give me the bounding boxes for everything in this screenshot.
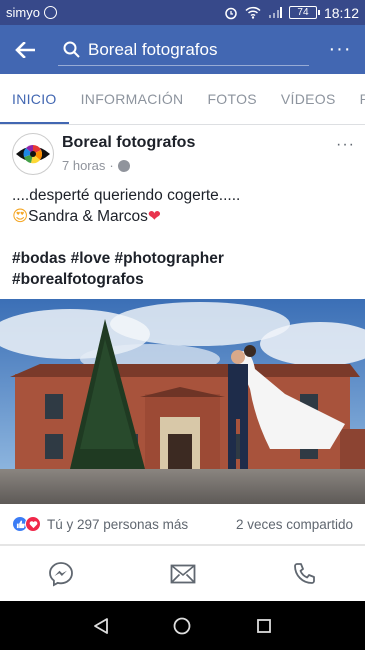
- contact-actions: [0, 545, 365, 601]
- post-menu-button[interactable]: ···: [336, 136, 355, 154]
- home-circle-icon: [174, 617, 191, 634]
- globe-icon: [117, 159, 130, 172]
- post-text-line-2: 😍Sandra & Marcos❤: [12, 206, 355, 227]
- red-heart-emoji: ❤: [147, 208, 161, 225]
- page-avatar[interactable]: [12, 133, 54, 175]
- back-arrow-icon: [15, 41, 35, 58]
- nav-home-button[interactable]: [162, 606, 202, 646]
- back-triangle-icon: [93, 617, 108, 634]
- wifi-icon: [245, 6, 261, 19]
- message-button[interactable]: [0, 546, 122, 601]
- messenger-icon: [48, 561, 73, 587]
- time-separator: ·: [109, 158, 114, 173]
- recents-square-icon: [257, 618, 272, 633]
- post-header: Boreal fotografos 7 horas · ···: [12, 133, 355, 183]
- post-timestamp[interactable]: 7 horas ·: [62, 158, 195, 173]
- battery-level: 74: [297, 7, 309, 18]
- love-reaction-icon: [25, 516, 41, 532]
- hashtags-line-1[interactable]: #bodas #love #photographer: [12, 248, 355, 269]
- email-button[interactable]: [122, 546, 244, 601]
- page-tabs: INICIO INFORMACIÓN FOTOS VÍDEOS PUBL: [0, 74, 365, 125]
- post-card: Boreal fotografos 7 horas · ··· ....desp…: [0, 125, 365, 545]
- hashtags-line-2[interactable]: #borealfotografos: [12, 269, 355, 290]
- search-icon: [58, 41, 84, 58]
- clock: 18:12: [323, 4, 359, 21]
- tab-informacion[interactable]: INFORMACIÓN: [69, 74, 196, 124]
- post-text-line-1: ....desperté queriendo cogerte.....: [12, 187, 241, 204]
- tab-inicio[interactable]: INICIO: [0, 74, 69, 124]
- reactions-bar[interactable]: Tú y 297 personas más 2 veces compartido: [0, 504, 365, 545]
- tab-publicaciones[interactable]: PUBL: [348, 74, 365, 124]
- more-options-button[interactable]: ···: [315, 25, 365, 74]
- post-text: ....desperté queriendo cogerte..... 😍San…: [12, 185, 355, 290]
- mail-icon: [170, 564, 195, 583]
- reaction-icons: [12, 516, 41, 532]
- back-button[interactable]: [0, 25, 50, 74]
- couple-names: Sandra & Marcos: [28, 208, 148, 225]
- heart-eyes-emoji: 😍: [12, 207, 29, 225]
- carrier-label: simyo: [6, 5, 40, 20]
- status-bar: simyo 74 18:12: [0, 0, 365, 25]
- reactions-count[interactable]: Tú y 297 personas más: [47, 517, 188, 532]
- battery-indicator: 74: [288, 6, 320, 19]
- app-bar: Boreal fotografos ···: [0, 25, 365, 74]
- page-name[interactable]: Boreal fotografos: [62, 134, 195, 152]
- nav-recents-button[interactable]: [244, 606, 284, 646]
- post-time-text: 7 horas: [62, 158, 106, 173]
- search-field[interactable]: Boreal fotografos: [50, 25, 315, 74]
- boreal-logo-icon: [16, 144, 50, 164]
- signal-icon: [268, 6, 282, 19]
- tab-videos[interactable]: VÍDEOS: [269, 74, 348, 124]
- post-photo[interactable]: [0, 299, 365, 504]
- call-button[interactable]: [243, 546, 365, 601]
- search-query[interactable]: Boreal fotografos: [88, 40, 217, 60]
- tab-fotos[interactable]: FOTOS: [195, 74, 268, 124]
- shares-count[interactable]: 2 veces compartido: [236, 517, 353, 532]
- whatsapp-icon: [43, 6, 57, 19]
- android-nav-bar: [0, 601, 365, 650]
- phone-icon: [294, 562, 316, 584]
- alarm-icon: [224, 6, 238, 20]
- nav-back-button[interactable]: [81, 606, 121, 646]
